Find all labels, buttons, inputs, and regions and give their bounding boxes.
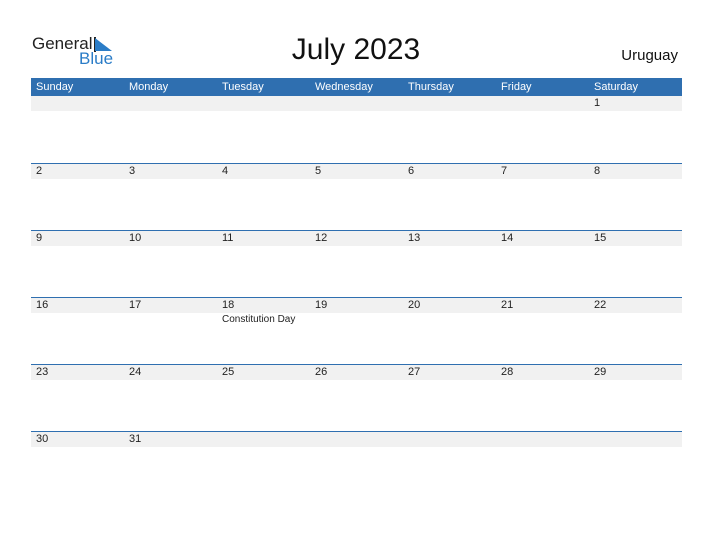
holiday-label (403, 313, 496, 326)
day-number (31, 96, 124, 111)
day-number: 28 (501, 366, 514, 378)
day-number: 31 (129, 433, 142, 445)
day-number: 10 (129, 232, 142, 244)
calendar-title: July 2023 (291, 33, 421, 66)
week-row: 2 3 4 5 6 7 8 (31, 163, 682, 230)
holiday-label (589, 313, 682, 326)
day-number (589, 432, 682, 447)
date-strip: 1 (31, 96, 682, 111)
week-row: 9 10 11 12 13 14 15 (31, 230, 682, 297)
day-number (310, 432, 403, 447)
day-number: 30 (36, 433, 49, 445)
holiday-label (124, 313, 217, 326)
day-number: 15 (594, 232, 607, 244)
day-number (124, 96, 217, 111)
day-number: 29 (594, 366, 607, 378)
holiday-label (310, 313, 403, 326)
day-number (403, 432, 496, 447)
day-number: 11 (222, 232, 234, 244)
date-strip: 9 10 11 12 13 14 15 (31, 231, 682, 246)
date-strip: 30 31 (31, 432, 682, 447)
day-number (310, 96, 403, 111)
weekday-saturday: Saturday (594, 81, 639, 93)
weekday-friday: Friday (501, 81, 532, 93)
country-label: Uruguay (621, 47, 678, 64)
day-number: 19 (315, 299, 328, 311)
holiday-label (496, 313, 589, 326)
week-row: 1 (31, 96, 682, 163)
weekday-thursday: Thursday (408, 81, 454, 93)
weekday-wednesday: Wednesday (315, 81, 373, 93)
week-row: 16 17 18 19 20 21 22 Constitution Day (31, 297, 682, 364)
day-number: 2 (36, 165, 43, 177)
holiday-label: Constitution Day (222, 314, 296, 325)
day-number: 5 (315, 165, 322, 177)
day-number: 21 (501, 299, 514, 311)
date-strip: 2 3 4 5 6 7 8 (31, 164, 682, 179)
day-number: 17 (129, 299, 142, 311)
day-number: 20 (408, 299, 421, 311)
day-number: 24 (129, 366, 142, 378)
day-number: 12 (315, 232, 328, 244)
week-row: 23 24 25 26 27 28 29 (31, 364, 682, 431)
day-number: 26 (315, 366, 328, 378)
week-row: 30 31 (31, 431, 682, 498)
weekday-header: Sunday Monday Tuesday Wednesday Thursday… (31, 78, 682, 96)
day-number (403, 96, 496, 111)
day-number: 6 (408, 165, 415, 177)
day-number (217, 96, 310, 111)
day-number: 22 (594, 299, 607, 311)
day-number (496, 432, 589, 447)
day-number: 8 (594, 165, 601, 177)
day-number (496, 96, 589, 111)
weekday-monday: Monday (129, 81, 169, 93)
day-number: 23 (36, 366, 49, 378)
day-number: 3 (129, 165, 136, 177)
day-number: 18 (222, 299, 235, 311)
day-number: 27 (408, 366, 421, 378)
date-strip: 23 24 25 26 27 28 29 (31, 365, 682, 380)
day-number: 9 (36, 232, 43, 244)
day-number: 25 (222, 366, 235, 378)
calendar-grid: Sunday Monday Tuesday Wednesday Thursday… (31, 78, 682, 498)
day-number: 16 (36, 299, 49, 311)
day-number: 4 (222, 165, 229, 177)
day-number: 1 (594, 97, 601, 109)
event-row: Constitution Day (31, 313, 682, 326)
day-number: 14 (501, 232, 514, 244)
weekday-tuesday: Tuesday (222, 81, 264, 93)
weekday-sunday: Sunday (36, 81, 74, 93)
day-number: 7 (501, 165, 508, 177)
date-strip: 16 17 18 19 20 21 22 (31, 298, 682, 313)
day-number: 13 (408, 232, 421, 244)
day-number (217, 432, 310, 447)
holiday-label (31, 313, 124, 326)
